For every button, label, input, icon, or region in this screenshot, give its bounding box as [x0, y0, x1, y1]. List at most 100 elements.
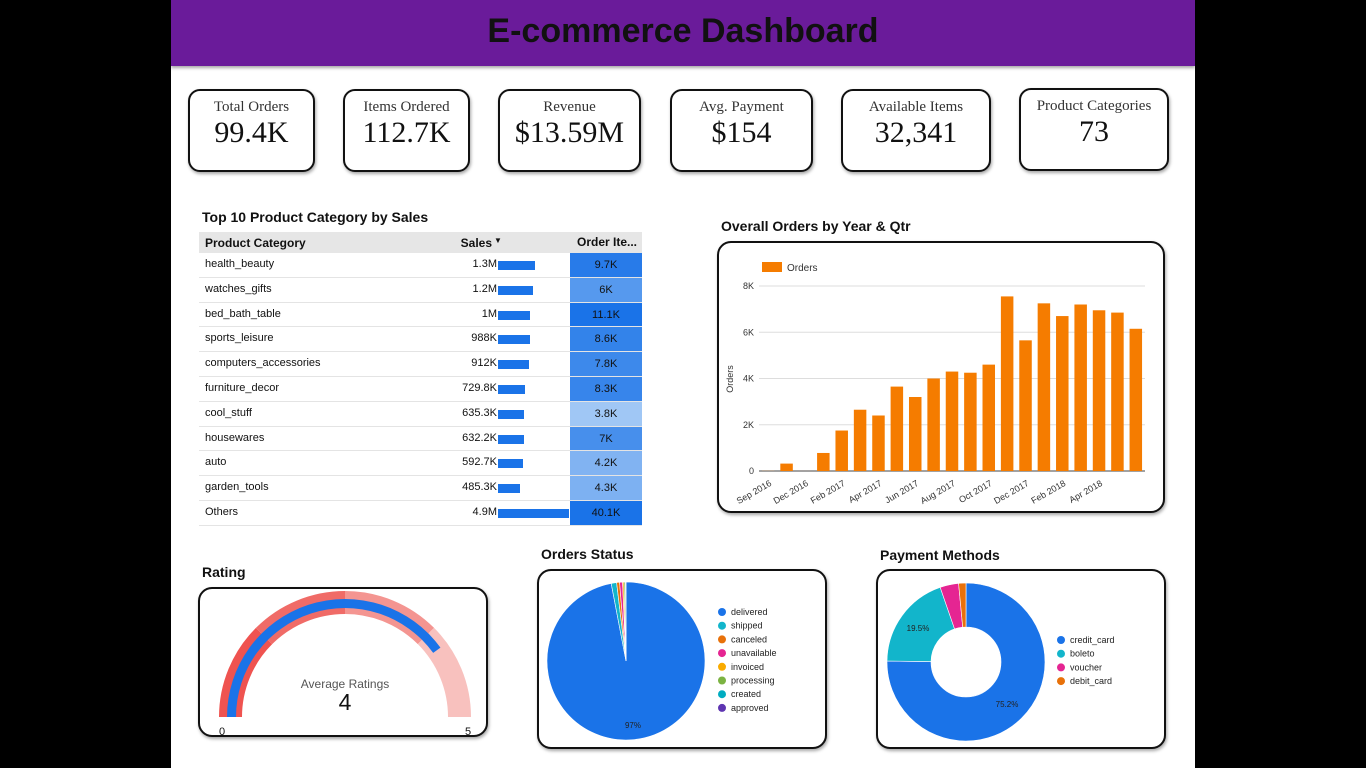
bar-mar-2018: [1074, 304, 1087, 471]
kpi-avg-payment: Avg. Payment $154: [670, 89, 813, 172]
kpi-label: Available Items: [868, 99, 964, 115]
table-row[interactable]: furniture_decor 729.8K 8.3K: [199, 376, 642, 402]
cell-sales: 635.3K: [462, 406, 497, 419]
x-tick-label: Dec 2017: [992, 478, 1030, 506]
cell-category: bed_bath_table: [205, 307, 281, 320]
cell-order-items: 8.6K: [570, 327, 642, 352]
header-product-category[interactable]: Product Category: [205, 236, 306, 250]
kpi-value: $154: [711, 116, 772, 149]
cell-sales: 1.2M: [472, 282, 497, 295]
rating-card: Average Ratings 4 0 5: [198, 587, 488, 738]
orders-status-title: Orders Status: [541, 546, 634, 562]
rating-gauge: Average Ratings40 5: [219, 591, 471, 738]
x-tick-label: Jun 2017: [883, 478, 920, 505]
table-row[interactable]: computers_accessories 912K 7.8K: [199, 352, 642, 377]
cell-category: watches_gifts: [205, 282, 272, 295]
cell-sales: 729.8K: [462, 381, 497, 394]
legend-dot: [718, 662, 726, 671]
bar-sep-2017: [964, 372, 977, 471]
slice-label-delivered: 97%: [625, 721, 641, 730]
kpi-value: 32,341: [874, 116, 958, 149]
kpi-value: $13.59M: [514, 116, 625, 149]
sales-bar: [498, 360, 529, 370]
legend-label: created: [731, 689, 761, 699]
cell-sales: 485.3K: [462, 481, 497, 494]
y-tick-label: 8K: [743, 281, 754, 291]
kpi-label: Total Orders: [213, 99, 290, 115]
y-tick-label: 0: [749, 466, 754, 476]
cell-sales: 1.3M: [472, 258, 497, 270]
bar-feb-2018: [1056, 316, 1069, 471]
bar-jan-2017: [817, 452, 830, 471]
orders-bar-chart[interactable]: Orders02K4K6K8KOrdersSep 2016Dec 2016Feb…: [719, 243, 1163, 511]
cell-sales: 912K: [471, 357, 497, 370]
top-categories-table[interactable]: Product Category Sales ▼ Order Ite... he…: [199, 232, 642, 526]
kpi-product-categories: Product Categories 73: [1019, 88, 1169, 171]
header-sales[interactable]: Sales: [461, 236, 492, 250]
cell-order-items: 6K: [570, 277, 642, 302]
sales-bar: [498, 459, 523, 469]
sales-bar: [498, 335, 530, 345]
kpi-revenue: Revenue $13.59M: [498, 89, 641, 172]
bar-jul-2017: [927, 378, 940, 471]
x-tick-label: Apr 2018: [1067, 478, 1104, 505]
bar-jan-2018: [1037, 303, 1051, 471]
payment-methods-title: Payment Methods: [880, 547, 1000, 563]
cell-order-items: 11.1K: [570, 302, 642, 327]
legend-label: processing: [731, 676, 775, 686]
y-tick-label: 4K: [743, 374, 754, 384]
table-row[interactable]: auto 592.7K 4.2K: [199, 451, 642, 477]
x-tick-label: Apr 2017: [847, 478, 884, 505]
bar-dec-2017: [1019, 340, 1032, 471]
sales-bar: [498, 384, 526, 394]
cell-order-items: 9.7K: [570, 253, 642, 277]
slice-label-credit-card: 75.2%: [996, 700, 1019, 709]
legend-dot: [718, 649, 726, 658]
table-row[interactable]: garden_tools 485.3K 4.3K: [199, 476, 642, 501]
bar-aug-2017: [945, 371, 959, 471]
kpi-available-items: Available Items 32,341: [841, 89, 991, 172]
header-bar: E-commerce Dashboard: [171, 0, 1195, 66]
kpi-label: Product Categories: [1036, 98, 1152, 114]
legend-dot: [718, 703, 726, 712]
table-row[interactable]: sports_leisure 988K 8.6K: [199, 327, 642, 353]
legend-dot: [718, 676, 726, 685]
gauge-value: 4: [339, 689, 352, 715]
legend-label: invoiced: [731, 662, 764, 672]
table-header-row: Product Category Sales ▼ Order Ite...: [199, 232, 642, 253]
x-tick-label: Oct 2017: [957, 478, 994, 505]
page-title: E-commerce Dashboard: [487, 12, 879, 50]
payment-methods-donut[interactable]: credit_cardboleto voucher debit_card 75.2% 1…: [878, 571, 1164, 747]
cell-category: Others: [205, 505, 239, 518]
bar-may-2017: [890, 386, 904, 471]
kpi-value: 73: [1079, 115, 1109, 148]
sales-bar: [498, 409, 524, 419]
table-row[interactable]: cool_stuff 635.3K 3.8K: [199, 401, 642, 427]
cell-order-items: 4.3K: [570, 476, 642, 500]
cell-category: cool_stuff: [205, 406, 252, 419]
table-body: health_beauty 1.3M 9.7K watches_gifts 1.2M 6K…: [199, 253, 642, 526]
table-row[interactable]: watches_gifts 1.2M 6K: [199, 277, 642, 303]
legend-dot: [1057, 649, 1065, 658]
orders-status-pie[interactable]: delivered shipped canceled unavailable invoi…: [539, 571, 825, 747]
cell-order-items: 7.8K: [570, 352, 642, 376]
y-tick-label: 2K: [743, 420, 754, 430]
cell-category: furniture_decor: [205, 381, 279, 394]
sort-desc-icon[interactable]: ▼: [494, 236, 502, 245]
table-title: Top 10 Product Category by Sales: [202, 209, 429, 225]
slice-label-boleto: 19.5%: [907, 624, 930, 633]
cell-order-items: 40.1K: [570, 500, 642, 525]
legend-label: canceled: [731, 634, 767, 644]
gauge-min-label: 0: [219, 726, 225, 735]
orders-status-card: delivered shipped canceled unavailable invoi…: [537, 569, 827, 749]
legend-label: Orders: [787, 263, 818, 274]
kpi-value: 112.7K: [362, 116, 451, 149]
bar-jun-2018: [1129, 328, 1143, 471]
header-order-items[interactable]: Order Ite...: [570, 232, 642, 253]
table-row[interactable]: housewares 632.2K 7K: [199, 426, 642, 452]
legend-swatch: [762, 262, 782, 272]
table-row[interactable]: health_beauty 1.3M 9.7K: [199, 253, 642, 278]
legend-dot: [1057, 663, 1065, 672]
table-row[interactable]: Others 4.9M 40.1K: [199, 500, 642, 526]
table-row[interactable]: bed_bath_table 1M 11.1K: [199, 302, 642, 328]
